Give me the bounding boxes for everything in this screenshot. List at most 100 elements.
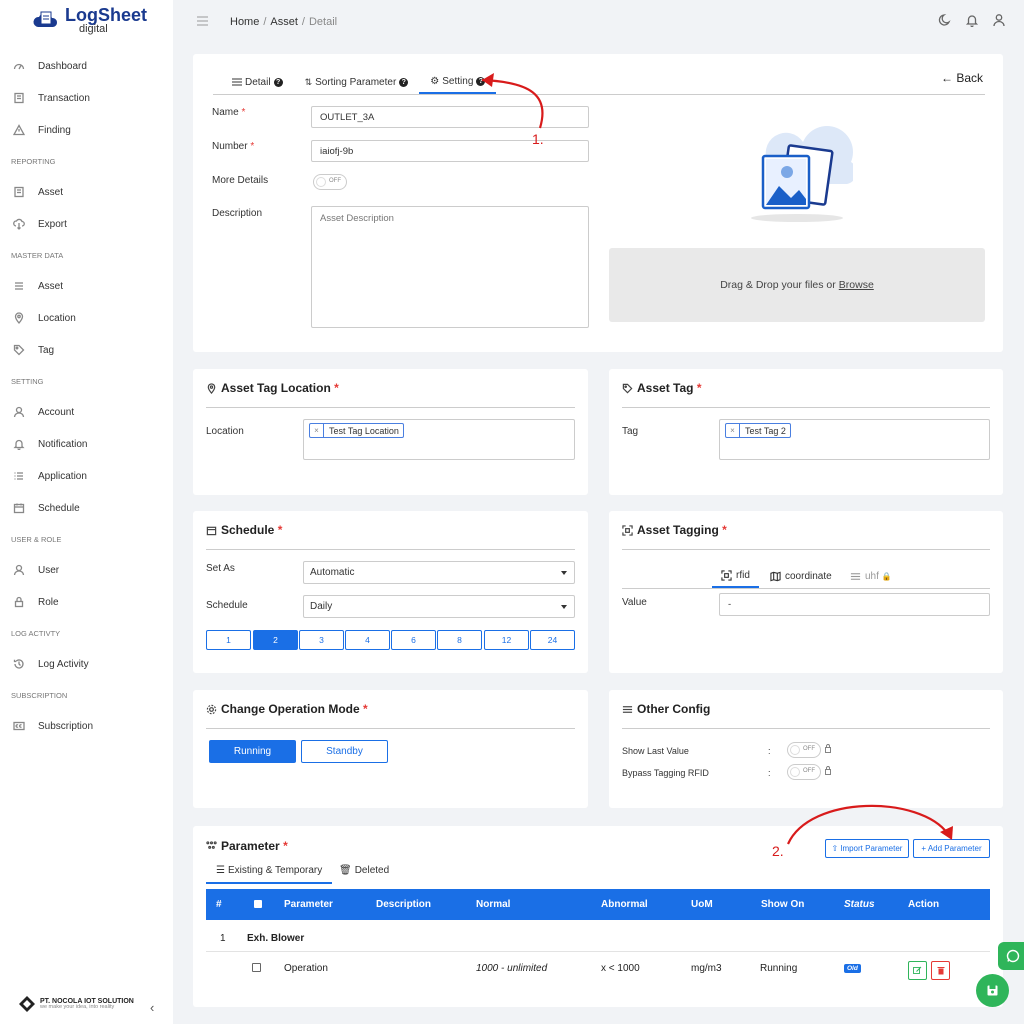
hour-button[interactable]: 1 [206,630,251,650]
file-dropzone[interactable]: Drag & Drop your files or Browse [609,248,985,322]
location-chip[interactable]: × Test Tag Location [309,423,404,438]
user-icon[interactable] [992,13,1006,27]
tabs-divider [622,588,990,589]
menu-icon[interactable] [197,16,208,26]
hour-button[interactable]: 3 [299,630,344,650]
tagging-tab-uhf[interactable]: uhf 🔒 [850,566,892,586]
sidebar-item-location[interactable]: Location [0,302,173,334]
annotation-step-2: 2. [772,843,784,859]
toggle-knob [316,177,326,187]
sidebar-item-role[interactable]: Role [0,586,173,618]
sidebar-item-tag[interactable]: Tag [0,334,173,366]
app-logo[interactable]: LogSheet digital [33,6,147,35]
breadcrumb-asset[interactable]: Asset [270,16,298,28]
description-label: Description [212,208,263,219]
sidebar-item-dashboard[interactable]: Dashboard [0,50,173,82]
sidebar-item-user[interactable]: User [0,554,173,586]
sidebar-item-label: Export [38,218,67,230]
column-header: # [216,899,222,910]
sidebar-item-subscription[interactable]: Subscription [0,710,173,742]
sidebar-item-reporting-asset[interactable]: Asset [0,176,173,208]
name-input[interactable]: OUTLET_3A [311,106,589,128]
sidebar-item-schedule[interactable]: Schedule [0,492,173,524]
tab-setting[interactable]: ⚙ Setting? [419,70,497,94]
add-parameter-button[interactable]: + Add Parameter [913,839,990,858]
hour-button[interactable]: 8 [437,630,482,650]
param-normal: 1000 - unlimited [476,963,548,974]
hour-button[interactable]: 6 [391,630,436,650]
tab-sorting-parameter[interactable]: ⇅ Sorting Parameter? [294,70,420,94]
required-mark: * [722,523,727,537]
delete-button[interactable] [931,961,950,980]
asset-detail-card: Detail? ⇅ Sorting Parameter? ⚙ Setting? … [193,54,1003,352]
tagging-tab-coordinate[interactable]: coordinate [770,566,832,586]
remove-chip-icon[interactable]: × [310,424,324,437]
schedule-select[interactable]: Daily [303,595,575,618]
sidebar-item-transaction[interactable]: Transaction [0,82,173,114]
back-button[interactable]: ← Back [941,71,983,85]
more-details-label: More Details [212,175,269,186]
edit-button[interactable] [908,961,927,980]
card-divider [622,728,990,729]
breadcrumb: Home / Asset / Detail [230,16,337,28]
sidebar-item-label: Asset [38,280,64,292]
tab-existing-temporary[interactable]: ☰ Existing & Temporary [206,859,333,884]
whatsapp-button[interactable] [998,942,1024,970]
tab-detail[interactable]: Detail? [221,70,294,94]
description-textarea[interactable]: Asset Description [311,206,589,328]
hour-button-active[interactable]: 2 [253,630,298,650]
card-title-text: Asset Tagging [637,523,719,537]
list-icon [232,78,242,86]
location-label: Location [206,426,244,437]
more-details-toggle[interactable]: OFF [313,174,347,190]
sidebar-item-master-asset[interactable]: Asset [0,270,173,302]
running-mode-button[interactable]: Running [209,740,296,763]
tag-chip[interactable]: × Test Tag 2 [725,423,791,438]
bypass-tagging-toggle[interactable]: OFF [787,764,821,780]
schedule-label: Schedule [206,600,248,611]
tag-icon [622,383,633,393]
other-config-card: Other Config Show Last Value : OFF Bypas… [609,690,1003,808]
save-button[interactable] [976,974,1009,1007]
card-divider [206,407,575,408]
select-all-checkbox[interactable] [254,900,262,908]
bell-icon[interactable] [965,13,979,27]
sidebar-item-application[interactable]: Application [0,460,173,492]
browse-link[interactable]: Browse [839,279,874,291]
map-icon [770,571,781,581]
number-input[interactable]: iaiofj-9b [311,140,589,162]
calendar-icon [13,502,25,514]
moon-icon[interactable] [938,13,952,27]
tab-label: Existing & Temporary [227,865,323,876]
standby-mode-button[interactable]: Standby [301,740,388,763]
import-parameter-button[interactable]: ⇧ Import Parameter [825,839,909,858]
card-divider [622,407,990,408]
sidebar-nav: Dashboard Transaction Finding REPORTING … [0,50,173,742]
show-last-value-toggle[interactable]: OFF [787,742,821,758]
trash-icon [937,967,944,975]
required-mark: * [283,839,288,853]
sidebar-item-export[interactable]: Export [0,208,173,240]
help-icon: ? [476,76,486,86]
hour-button[interactable]: 12 [484,630,529,650]
sidebar-item-label: Application [38,470,87,482]
sidebar-item-account[interactable]: Account [0,396,173,428]
sidebar-item-log-activity[interactable]: Log Activity [0,648,173,680]
set-as-select[interactable]: Automatic [303,561,575,584]
remove-chip-icon[interactable]: × [726,424,740,437]
show-last-value-label: Show Last Value [622,746,689,756]
sidebar-item-finding[interactable]: Finding [0,114,173,146]
card-title-text: Schedule [221,523,275,537]
save-icon [987,985,998,996]
row-checkbox[interactable] [252,963,261,972]
hour-button[interactable]: 4 [345,630,390,650]
sidebar-item-notification[interactable]: Notification [0,428,173,460]
required-mark: * [241,107,246,118]
chevron-left-icon[interactable]: ‹ [150,1000,154,1015]
tagging-value-input[interactable]: - [719,593,990,616]
param-show-on: Running [760,963,798,974]
tab-deleted[interactable]: 🗑 Deleted [339,859,389,881]
hour-button[interactable]: 24 [530,630,575,650]
breadcrumb-home[interactable]: Home [230,16,259,28]
tagging-tab-rfid[interactable]: rfid [712,564,759,588]
